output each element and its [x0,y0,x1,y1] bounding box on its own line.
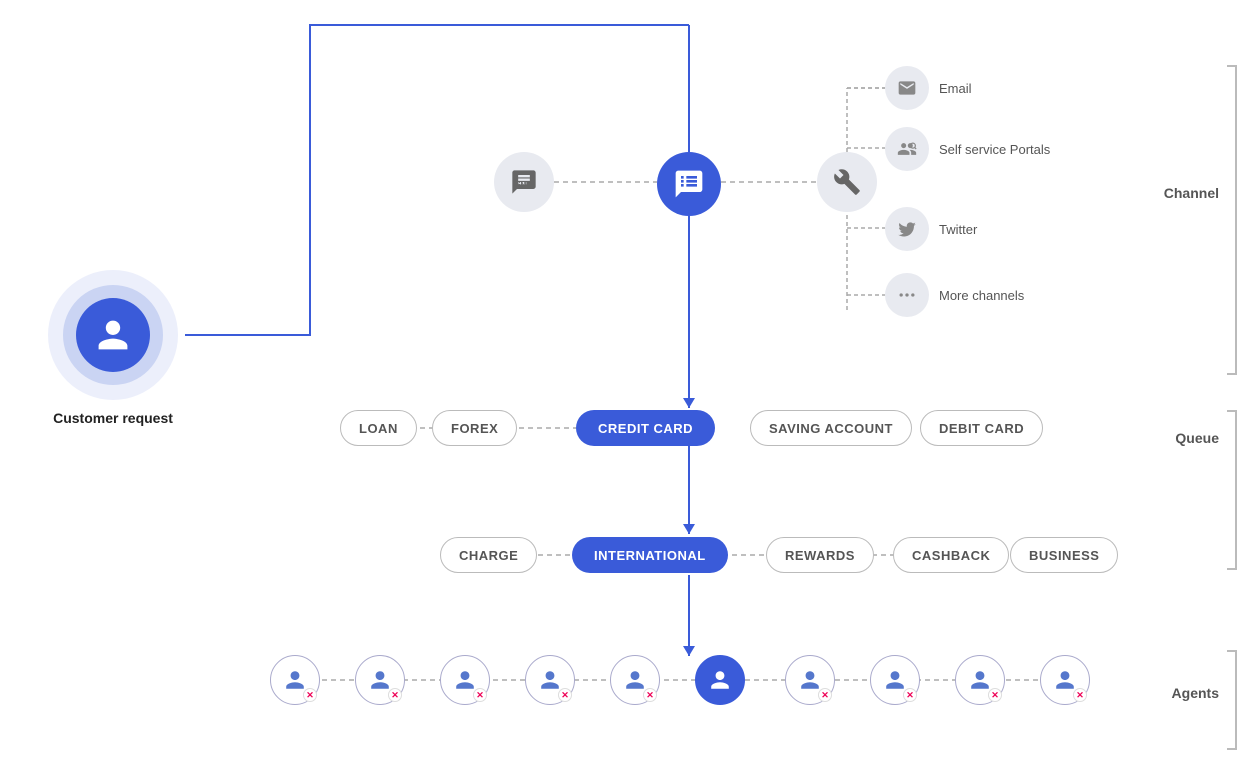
agent-8-icon [884,669,906,691]
agent-1-circle: ✕ [270,655,320,705]
agent-1: ✕ [270,655,320,705]
agent-10-circle: ✕ [1040,655,1090,705]
agent-9-icon [969,669,991,691]
portals-icon [897,139,917,159]
more-channels-label: More channels [939,288,1024,303]
agent-2-icon [369,669,391,691]
agent-4: ✕ [525,655,575,705]
twitter-icon [897,219,917,239]
agent-7-circle: ✕ [785,655,835,705]
sms-node[interactable]: SMS [494,152,554,212]
sms-icon: SMS [510,168,538,196]
agent-2: ✕ [355,655,405,705]
twitter-channel: Twitter [885,207,977,251]
agent-10-unavailable: ✕ [1073,688,1087,702]
queue-label: Queue [1175,430,1219,446]
agent-3-unavailable: ✕ [473,688,487,702]
chat-node[interactable] [657,152,721,216]
customer-avatar-mid [63,285,163,385]
email-icon [897,78,917,98]
agent-9: ✕ [955,655,1005,705]
agent-3-circle: ✕ [440,655,490,705]
channel-bracket [1227,65,1237,375]
loan-pill[interactable]: LOAN [340,410,417,446]
rewards-pill[interactable]: REWARDS [766,537,874,573]
agent-10-icon [1054,669,1076,691]
debit-card-pill[interactable]: DEBIT CARD [920,410,1043,446]
self-service-channel: Self service Portals [885,127,1050,171]
agent-2-unavailable: ✕ [388,688,402,702]
agent-5: ✕ [610,655,660,705]
agent-3-icon [454,669,476,691]
international-pill[interactable]: INTERNATIONAL [572,537,728,573]
more-icon [897,285,917,305]
self-service-label: Self service Portals [939,142,1050,157]
settings-node[interactable] [817,152,877,212]
agent-8-circle: ✕ [870,655,920,705]
email-channel: Email [885,66,972,110]
twitter-label: Twitter [939,222,977,237]
customer-avatar-inner [76,298,150,372]
email-label: Email [939,81,972,96]
agent-4-icon [539,669,561,691]
agent-2-circle: ✕ [355,655,405,705]
agent-8-unavailable: ✕ [903,688,917,702]
agents-label: Agents [1172,685,1219,701]
agent-8: ✕ [870,655,920,705]
agent-10: ✕ [1040,655,1090,705]
agents-bracket [1227,650,1237,750]
more-channels: More channels [885,273,1024,317]
agent-9-unavailable: ✕ [988,688,1002,702]
agent-7: ✕ [785,655,835,705]
more-icon-circle [885,273,929,317]
cashback-pill[interactable]: CASHBACK [893,537,1009,573]
agent-6-circle [695,655,745,705]
channel-label: Channel [1164,185,1219,201]
agent-1-icon [284,669,306,691]
twitter-icon-circle [885,207,929,251]
self-service-icon-circle [885,127,929,171]
agent-5-unavailable: ✕ [643,688,657,702]
customer-label: Customer request [53,410,173,426]
agent-6-icon [709,669,731,691]
queue-bracket [1227,410,1237,570]
connection-lines [0,0,1237,758]
agent-5-circle: ✕ [610,655,660,705]
agent-4-unavailable: ✕ [558,688,572,702]
email-icon-circle [885,66,929,110]
person-icon [95,317,131,353]
diagram-container: Customer request SMS Email [0,0,1237,758]
agent-3: ✕ [440,655,490,705]
agent-7-icon [799,669,821,691]
agent-7-unavailable: ✕ [818,688,832,702]
svg-text:SMS: SMS [516,182,532,189]
agent-5-icon [624,669,646,691]
agent-1-unavailable: ✕ [303,688,317,702]
customer-avatar-outer [48,270,178,400]
forex-pill[interactable]: FOREX [432,410,517,446]
business-pill[interactable]: BUSINESS [1010,537,1118,573]
agent-6 [695,655,745,705]
agent-9-circle: ✕ [955,655,1005,705]
customer-node: Customer request [48,270,178,426]
agent-4-circle: ✕ [525,655,575,705]
charge-pill[interactable]: CHARGE [440,537,537,573]
credit-card-pill[interactable]: CREDIT CARD [576,410,715,446]
chat-icon [673,168,705,200]
saving-account-pill[interactable]: SAVING ACCOUNT [750,410,912,446]
wrench-icon [833,168,861,196]
